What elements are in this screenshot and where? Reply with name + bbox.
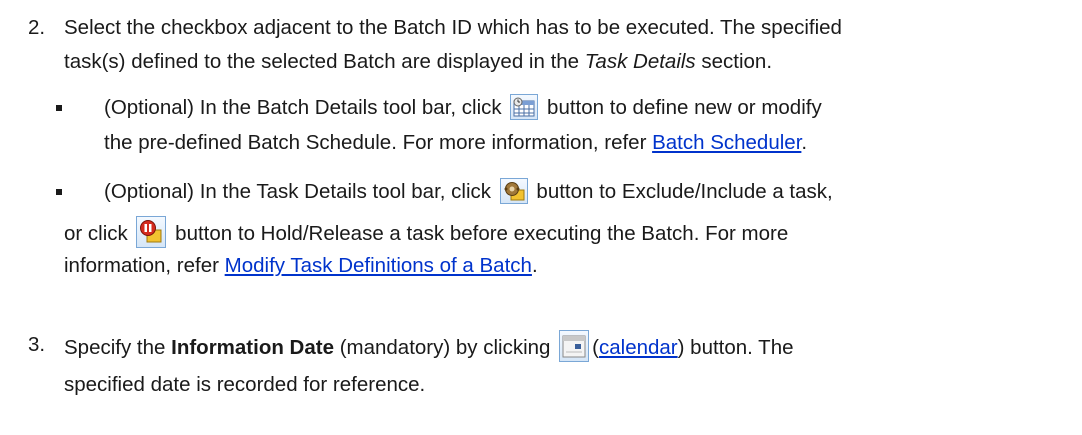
step-3-text-d: specified date is recorded for reference… [64, 373, 426, 396]
bullet-2-line-2: or click button to Hold/Release a task b… [64, 216, 788, 249]
step-3-paren-open: ( [592, 336, 599, 359]
bullet-1-text-a: (Optional) In the Batch Details tool bar… [104, 96, 508, 119]
step-2-text: Select the checkbox adjacent to the Batc… [64, 16, 842, 39]
exclude-include-icon [499, 178, 528, 204]
task-details-emphasis: Task Details [584, 50, 696, 73]
step-2-line-2: task(s) defined to the selected Batch ar… [64, 47, 772, 77]
bullet-1-line-1: (Optional) In the Batch Details tool bar… [104, 93, 822, 123]
step-3-text-c: button. The [684, 336, 794, 359]
bullet-2-text-e: information, refer [64, 254, 225, 277]
step-2-line-1: Select the checkbox adjacent to the Batc… [64, 13, 842, 43]
step-number: 3. [28, 333, 46, 356]
step-2-text-b: section. [695, 50, 773, 73]
bullet-2-text-c: or click [64, 222, 134, 245]
bullet-1-text-d: . [801, 131, 808, 154]
step-2-text-a: task(s) defined to the selected Batch ar… [64, 50, 585, 73]
modify-task-definitions-link[interactable]: Modify Task Definitions of a Batch [225, 254, 532, 277]
batch-schedule-icon [510, 94, 539, 120]
batch-scheduler-link[interactable]: Batch Scheduler [652, 131, 801, 154]
calendar-link[interactable]: calendar [599, 336, 678, 359]
step-number: 2. [28, 16, 46, 39]
bullet-1-text-b: button to define new or modify [541, 96, 822, 119]
bullet-1-text-c: the pre-defined Batch Schedule. For more… [104, 131, 653, 154]
bullet-2-line-3: information, refer Modify Task Definitio… [64, 251, 538, 281]
bullet-2-line-1: (Optional) In the Task Details tool bar,… [104, 177, 833, 207]
bullet-2-text-a: (Optional) In the Task Details tool bar,… [104, 180, 497, 203]
bullet-2-text-f: . [531, 254, 538, 277]
step-3-text-b: (mandatory) by clicking [334, 336, 557, 359]
bullet-marker [56, 105, 62, 111]
document-page: 2. Select the checkbox adjacent to the B… [0, 0, 1082, 435]
bullet-2-text-b: button to Exclude/Include a task, [530, 180, 833, 203]
calendar-icon [559, 330, 590, 362]
bullet-2-text-d: button to Hold/Release a task before exe… [169, 222, 789, 245]
bullet-marker [56, 189, 62, 195]
information-date-label: Information Date [171, 336, 334, 359]
bullet-1-line-2: the pre-defined Batch Schedule. For more… [104, 128, 807, 158]
step-3-text-a: Specify the [64, 336, 172, 359]
step-3-line-1: Specify the Information Date (mandatory)… [64, 330, 794, 363]
hold-release-icon [136, 216, 167, 248]
step-3-line-2: specified date is recorded for reference… [64, 370, 425, 400]
